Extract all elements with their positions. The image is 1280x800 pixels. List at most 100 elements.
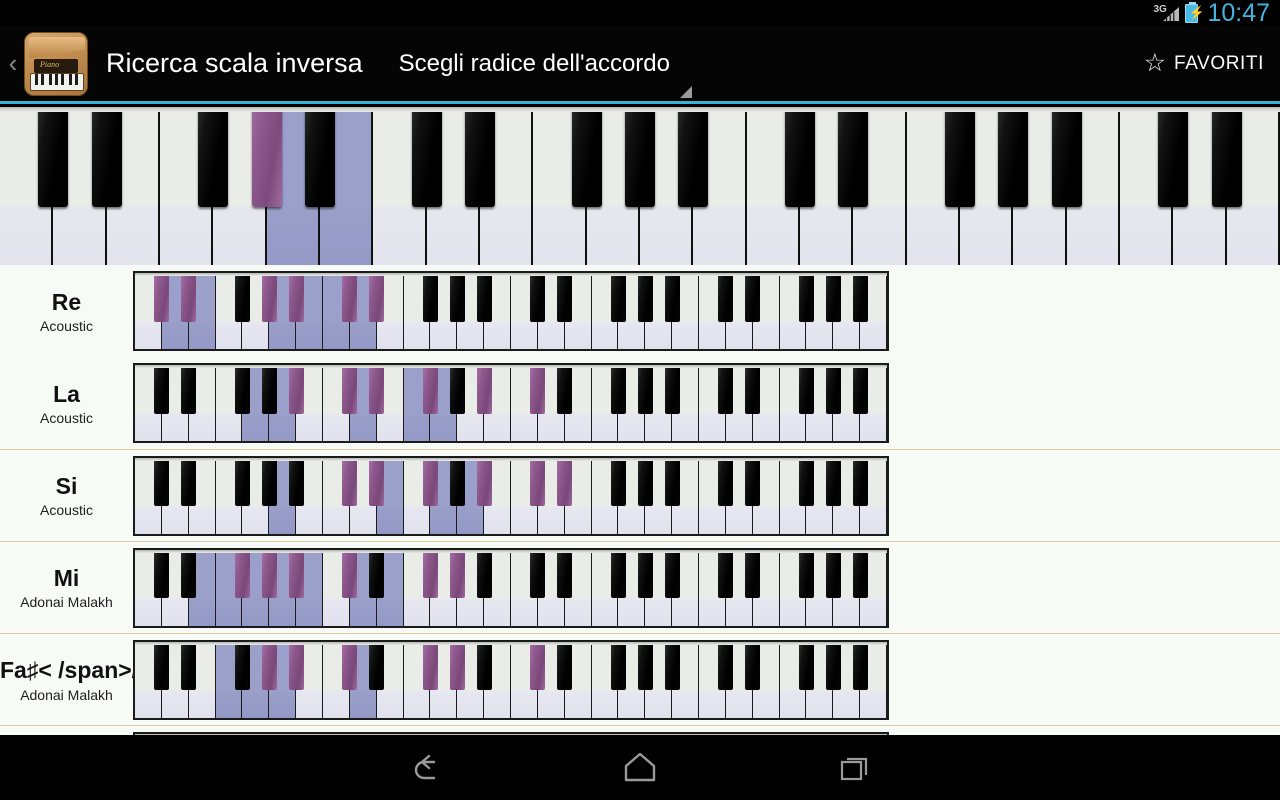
mini-black-key[interactable] [288,549,304,599]
mini-black-key[interactable] [369,641,385,691]
scale-row[interactable] [0,725,1280,735]
mini-black-key[interactable] [637,457,653,507]
scale-row[interactable]: Mi Adonai Malakh [0,541,1280,633]
mini-black-key[interactable] [476,549,492,599]
mini-black-key[interactable] [369,365,385,414]
piano-black-key[interactable] [571,107,602,207]
nav-recents-icon[interactable] [826,746,882,790]
mini-black-key[interactable] [342,273,358,322]
scale-mini-keyboard[interactable] [133,271,889,351]
mini-black-key[interactable] [745,641,761,691]
mini-black-key[interactable] [261,365,277,414]
nav-back-icon[interactable] [398,746,454,790]
mini-black-key[interactable] [342,457,358,507]
mini-black-key[interactable] [745,273,761,322]
mini-black-key[interactable] [422,457,438,507]
scale-mini-keyboard[interactable] [133,363,889,443]
piano-black-key[interactable] [1051,107,1082,207]
scale-mini-keyboard[interactable] [133,639,889,720]
mini-black-key[interactable] [449,641,465,691]
scale-row[interactable]: Re Acoustic [0,265,1280,357]
piano-black-key[interactable] [1158,107,1189,207]
mini-black-key[interactable] [530,641,546,691]
mini-black-key[interactable] [422,641,438,691]
scale-mini-keyboard[interactable] [133,547,889,628]
piano-black-key[interactable] [198,107,229,207]
mini-black-key[interactable] [664,273,680,322]
mini-black-key[interactable] [825,365,841,414]
mini-black-key[interactable] [449,549,465,599]
mini-black-key[interactable] [288,641,304,691]
scale-result-list[interactable]: Re Acoustic La Acoustic Si Acoustic Mi Adonai M… [0,265,1280,735]
piano-black-key[interactable] [305,107,335,207]
piano-black-key[interactable] [91,107,122,207]
mini-black-key[interactable] [181,457,197,507]
nav-home-icon[interactable] [612,746,668,790]
mini-black-key[interactable] [261,549,277,599]
mini-black-key[interactable] [798,365,814,414]
mini-black-key[interactable] [234,457,250,507]
mini-black-key[interactable] [664,365,680,414]
mini-black-key[interactable] [234,365,250,414]
mini-black-key[interactable] [557,365,573,414]
mini-black-key[interactable] [718,641,734,691]
piano-black-key[interactable] [411,107,442,207]
mini-black-key[interactable] [154,457,170,507]
mini-black-key[interactable] [476,457,492,507]
mini-black-key[interactable] [745,549,761,599]
mini-black-key[interactable] [637,549,653,599]
mini-black-key[interactable] [557,641,573,691]
mini-black-key[interactable] [342,641,358,691]
piano-black-key[interactable] [678,107,709,207]
mini-black-key[interactable] [637,365,653,414]
piano-black-key[interactable] [838,107,869,207]
scale-mini-keyboard[interactable] [133,455,889,536]
mini-black-key[interactable] [476,641,492,691]
mini-black-key[interactable] [449,273,465,322]
mini-black-key[interactable] [530,549,546,599]
chord-root-spinner[interactable]: Scegli radice dell'accordo [399,50,692,98]
mini-black-key[interactable] [261,273,277,322]
mini-black-key[interactable] [181,365,197,414]
chord-preview-keyboard[interactable] [0,107,1280,265]
piano-black-key[interactable] [38,107,69,207]
mini-black-key[interactable] [745,457,761,507]
mini-black-key[interactable] [422,549,438,599]
scale-row[interactable]: Fa♯< /span>/Sol♭ Adonai Malakh [0,633,1280,725]
piano-black-key[interactable] [945,107,975,207]
mini-black-key[interactable] [825,457,841,507]
mini-black-key[interactable] [288,457,304,507]
mini-black-key[interactable] [852,641,868,691]
mini-black-key[interactable] [369,457,385,507]
mini-black-key[interactable] [718,549,734,599]
mini-black-key[interactable] [610,457,626,507]
favorites-button[interactable]: ☆ FAVORITI [1144,51,1264,76]
mini-black-key[interactable] [476,273,492,322]
mini-black-key[interactable] [181,641,197,691]
mini-black-key[interactable] [422,365,438,414]
mini-black-key[interactable] [530,273,546,322]
mini-black-key[interactable] [342,549,358,599]
mini-black-key[interactable] [476,365,492,414]
mini-black-key[interactable] [530,365,546,414]
mini-black-key[interactable] [234,641,250,691]
mini-black-key[interactable] [664,457,680,507]
mini-black-key[interactable] [825,549,841,599]
mini-black-key[interactable] [449,457,465,507]
piano-app-icon[interactable]: Piano [24,31,88,96]
scale-row[interactable]: Si Acoustic [0,449,1280,541]
piano-black-key[interactable] [251,107,282,207]
mini-black-key[interactable] [718,365,734,414]
mini-black-key[interactable] [718,457,734,507]
mini-black-key[interactable] [852,549,868,599]
mini-black-key[interactable] [718,273,734,322]
mini-black-key[interactable] [610,365,626,414]
piano-black-key[interactable] [625,107,655,207]
mini-black-key[interactable] [557,457,573,507]
mini-black-key[interactable] [852,457,868,507]
mini-black-key[interactable] [557,549,573,599]
mini-black-key[interactable] [154,365,170,414]
mini-black-key[interactable] [557,273,573,322]
mini-black-key[interactable] [181,549,197,599]
mini-black-key[interactable] [154,549,170,599]
